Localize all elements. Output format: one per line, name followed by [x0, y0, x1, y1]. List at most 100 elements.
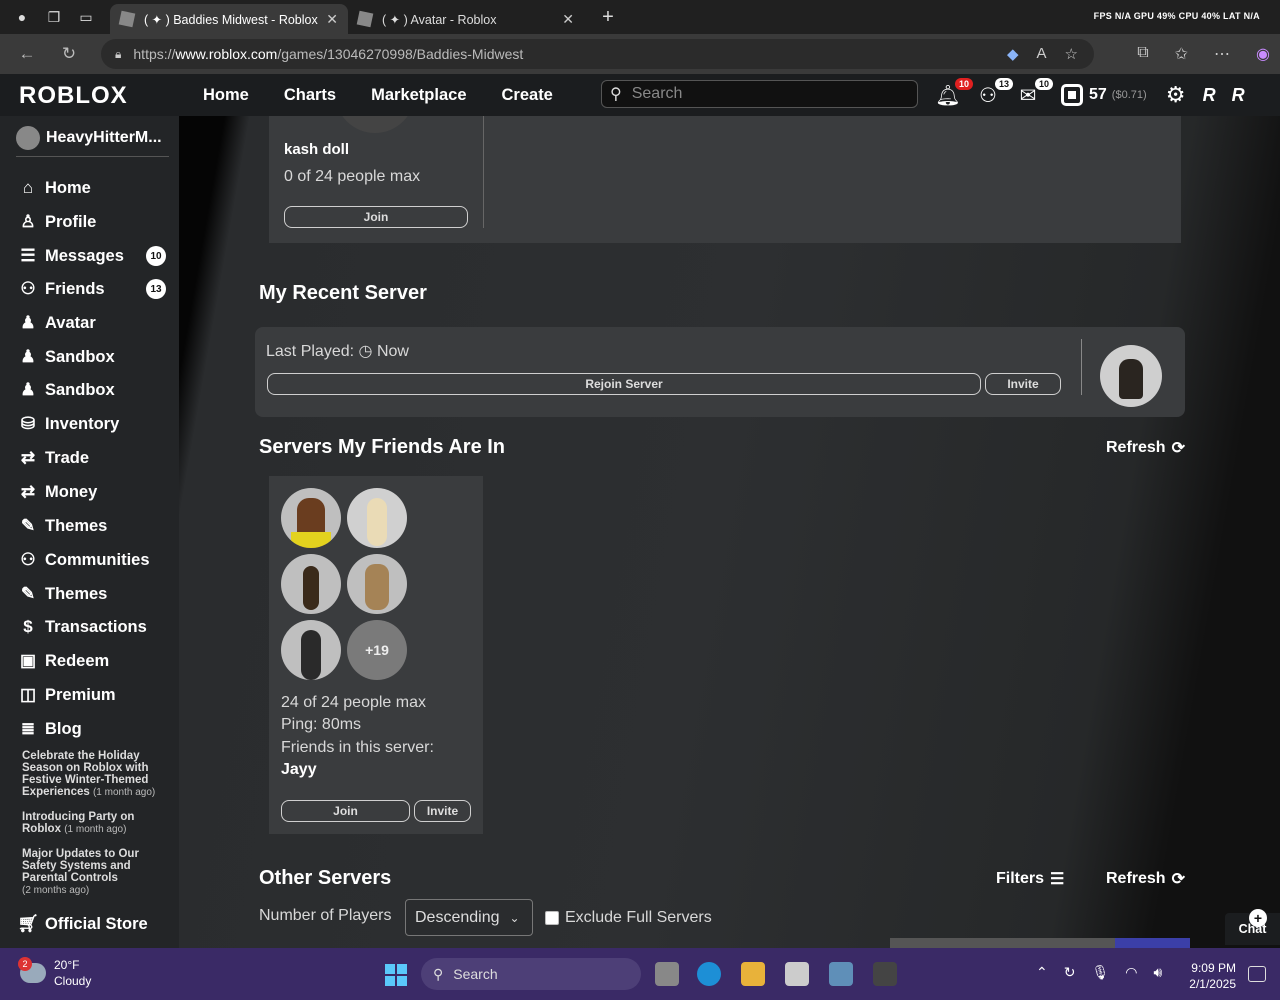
friend-avatar[interactable]	[281, 554, 341, 614]
chevron-up-icon[interactable]: ⌃	[1036, 964, 1048, 981]
clock[interactable]: 9:09 PM 2/1/2025	[1188, 960, 1236, 992]
recent-server-card: Last Played: ◷ Now Rejoin Server Invite	[255, 327, 1185, 417]
sidebar-item-messages[interactable]: ☰ Messages 10	[16, 242, 166, 270]
refresh-icon: ⟳	[1171, 871, 1185, 888]
sidebar-item-blog[interactable]: ≣ Blog	[16, 715, 166, 743]
sidebar-item-redeem[interactable]: ▣ Redeem	[16, 647, 166, 675]
microphone-icon[interactable]: 🎙︎	[1091, 964, 1109, 981]
sidebar-item-avatar[interactable]: ♟ Avatar	[16, 309, 166, 337]
roseal-extension-icon[interactable]: R	[1232, 85, 1245, 106]
sidebar-item-inventory[interactable]: ⛁ Inventory	[16, 410, 166, 438]
weather-widget[interactable]: 2 20°F Cloudy	[18, 957, 91, 989]
nav-create[interactable]: Create	[502, 86, 553, 105]
roblox-logo[interactable]: ROBLOX	[19, 82, 128, 110]
last-played-row: Last Played: ◷ Now	[266, 343, 409, 360]
join-button[interactable]: Join	[281, 800, 410, 822]
sidebar-item-official-store[interactable]: 🛒︎ Official Store	[16, 910, 166, 938]
settings-gear-icon[interactable]: ⚙	[1163, 82, 1189, 108]
blog-post-link[interactable]: Celebrate the Holiday Season on Roblox w…	[22, 750, 162, 799]
task-view-icon[interactable]	[655, 962, 679, 986]
invite-button[interactable]: Invite	[414, 800, 471, 822]
sidebar-item-trade[interactable]: ⇄ Trade	[16, 444, 166, 472]
app-icon[interactable]	[829, 962, 853, 986]
filters-button[interactable]: Filters ☰	[996, 869, 1064, 889]
sidebar-item-themes[interactable]: ✎ Themes	[16, 512, 166, 540]
extensions-icon[interactable]: ⧉	[1137, 44, 1148, 64]
sidebar-item-premium[interactable]: ◫ Premium	[16, 681, 166, 709]
messages-icon[interactable]: ✉ 10	[1015, 78, 1053, 108]
messages-count-badge: 10	[146, 246, 166, 266]
sidebar-user[interactable]: HeavyHitterM...	[16, 126, 162, 150]
new-chat-icon[interactable]: +	[1249, 909, 1267, 927]
rotrade-extension-icon[interactable]: R	[1203, 85, 1216, 106]
close-tab-icon[interactable]: ✕	[326, 11, 338, 28]
sidebar-item-sandbox-2[interactable]: ♟ Sandbox	[16, 376, 166, 404]
friend-avatar[interactable]	[281, 488, 341, 548]
server-player-name: kash doll	[284, 141, 350, 158]
taskbar-search[interactable]: ⚲ Search	[421, 958, 641, 990]
start-windows-icon[interactable]	[385, 964, 407, 986]
blog-post-link[interactable]: Introducing Party on Roblox (1 month ago…	[22, 811, 162, 836]
sync-icon[interactable]: ↻	[1064, 964, 1076, 981]
reload-icon[interactable]: ↻	[58, 44, 80, 64]
more-friends-count[interactable]: +19	[347, 620, 407, 680]
blog-post-link[interactable]: Major Updates to Our Safety Systems and …	[22, 848, 162, 897]
more-menu-icon[interactable]: ⋯	[1214, 44, 1230, 64]
profile-icon[interactable]: ●	[12, 7, 32, 27]
sidebar-item-friends[interactable]: ⚇ Friends 13	[16, 275, 166, 303]
server-capacity: 24 of 24 people max	[281, 694, 426, 711]
app-icon[interactable]	[785, 962, 809, 986]
sidebar-item-communities[interactable]: ⚇ Communities	[16, 546, 166, 574]
join-button[interactable]: Join	[284, 206, 468, 228]
main-content: kash doll 0 of 24 people max Join My Rec…	[179, 116, 1280, 948]
copilot-icon[interactable]: ◉	[1256, 44, 1270, 64]
server-capacity: 0 of 24 people max	[284, 168, 421, 185]
friend-name[interactable]: Jayy	[281, 761, 317, 779]
refresh-friends-servers-button[interactable]: Refresh ⟳	[1106, 438, 1185, 458]
sidebar-item-home[interactable]: ⌂ Home	[16, 174, 166, 202]
exclude-full-servers-checkbox[interactable]	[545, 911, 559, 925]
rejoin-server-button[interactable]: Rejoin Server	[267, 373, 981, 395]
nav-marketplace[interactable]: Marketplace	[371, 86, 466, 105]
friend-avatar[interactable]	[281, 620, 341, 680]
tab-baddies-midwest[interactable]: ( ✦ ) Baddies Midwest - Roblox ✕	[110, 4, 348, 34]
refresh-other-servers-button[interactable]: Refresh ⟳	[1106, 869, 1185, 889]
avatar	[1100, 345, 1162, 407]
sidebar-item-transactions[interactable]: $ Transactions	[16, 613, 166, 641]
tab-actions-icon[interactable]: ▭	[76, 7, 96, 27]
top-nav: Home Charts Marketplace Create	[203, 86, 588, 105]
nav-home[interactable]: Home	[203, 86, 249, 105]
wifi-icon[interactable]: ◠	[1125, 964, 1137, 981]
volume-icon[interactable]: 🔊︎	[1153, 964, 1162, 981]
sort-order-select[interactable]: Descending ⌄	[405, 899, 533, 936]
card-divider	[483, 116, 484, 228]
friends-icon[interactable]: ⚇ 13	[975, 78, 1013, 108]
tab-avatar[interactable]: ( ✦ ) Avatar - Roblox ✕	[348, 4, 584, 34]
clock-icon: ◷	[358, 343, 373, 360]
read-aloud-icon[interactable]: A	[1037, 45, 1047, 63]
file-explorer-icon[interactable]	[741, 962, 765, 986]
app-icon[interactable]	[873, 962, 897, 986]
close-tab-icon[interactable]: ✕	[562, 11, 574, 28]
sidebar-item-money[interactable]: ⇄ Money	[16, 478, 166, 506]
invite-button[interactable]: Invite	[985, 373, 1061, 395]
favorite-star-icon[interactable]: ☆	[1065, 45, 1078, 63]
notifications-bell-icon[interactable]: 🔔︎ 10	[935, 78, 973, 108]
new-tab-icon[interactable]: +	[598, 6, 618, 28]
sidebar-item-profile[interactable]: ♙ Profile	[16, 208, 166, 236]
sidebar-item-themes-2[interactable]: ✎ Themes	[16, 580, 166, 608]
nav-charts[interactable]: Charts	[284, 86, 336, 105]
notifications-icon[interactable]	[1248, 966, 1266, 982]
robux-balance[interactable]: 57 ($0.71)	[1061, 84, 1147, 106]
back-icon[interactable]: ←	[16, 44, 38, 64]
friend-avatar[interactable]	[347, 488, 407, 548]
workspaces-icon[interactable]: ❐	[44, 7, 64, 27]
search-input[interactable]: ⚲ Search	[601, 80, 918, 108]
friend-avatar[interactable]	[347, 554, 407, 614]
coupon-icon[interactable]: ◆	[1007, 45, 1019, 63]
edge-browser-icon[interactable]	[697, 962, 721, 986]
favorites-icon[interactable]: ✩	[1175, 44, 1188, 64]
avatar	[335, 116, 415, 133]
sidebar-item-sandbox[interactable]: ♟ Sandbox	[16, 343, 166, 371]
url-field[interactable]: 🔒︎ https://www.roblox.com/games/13046270…	[101, 39, 1094, 69]
